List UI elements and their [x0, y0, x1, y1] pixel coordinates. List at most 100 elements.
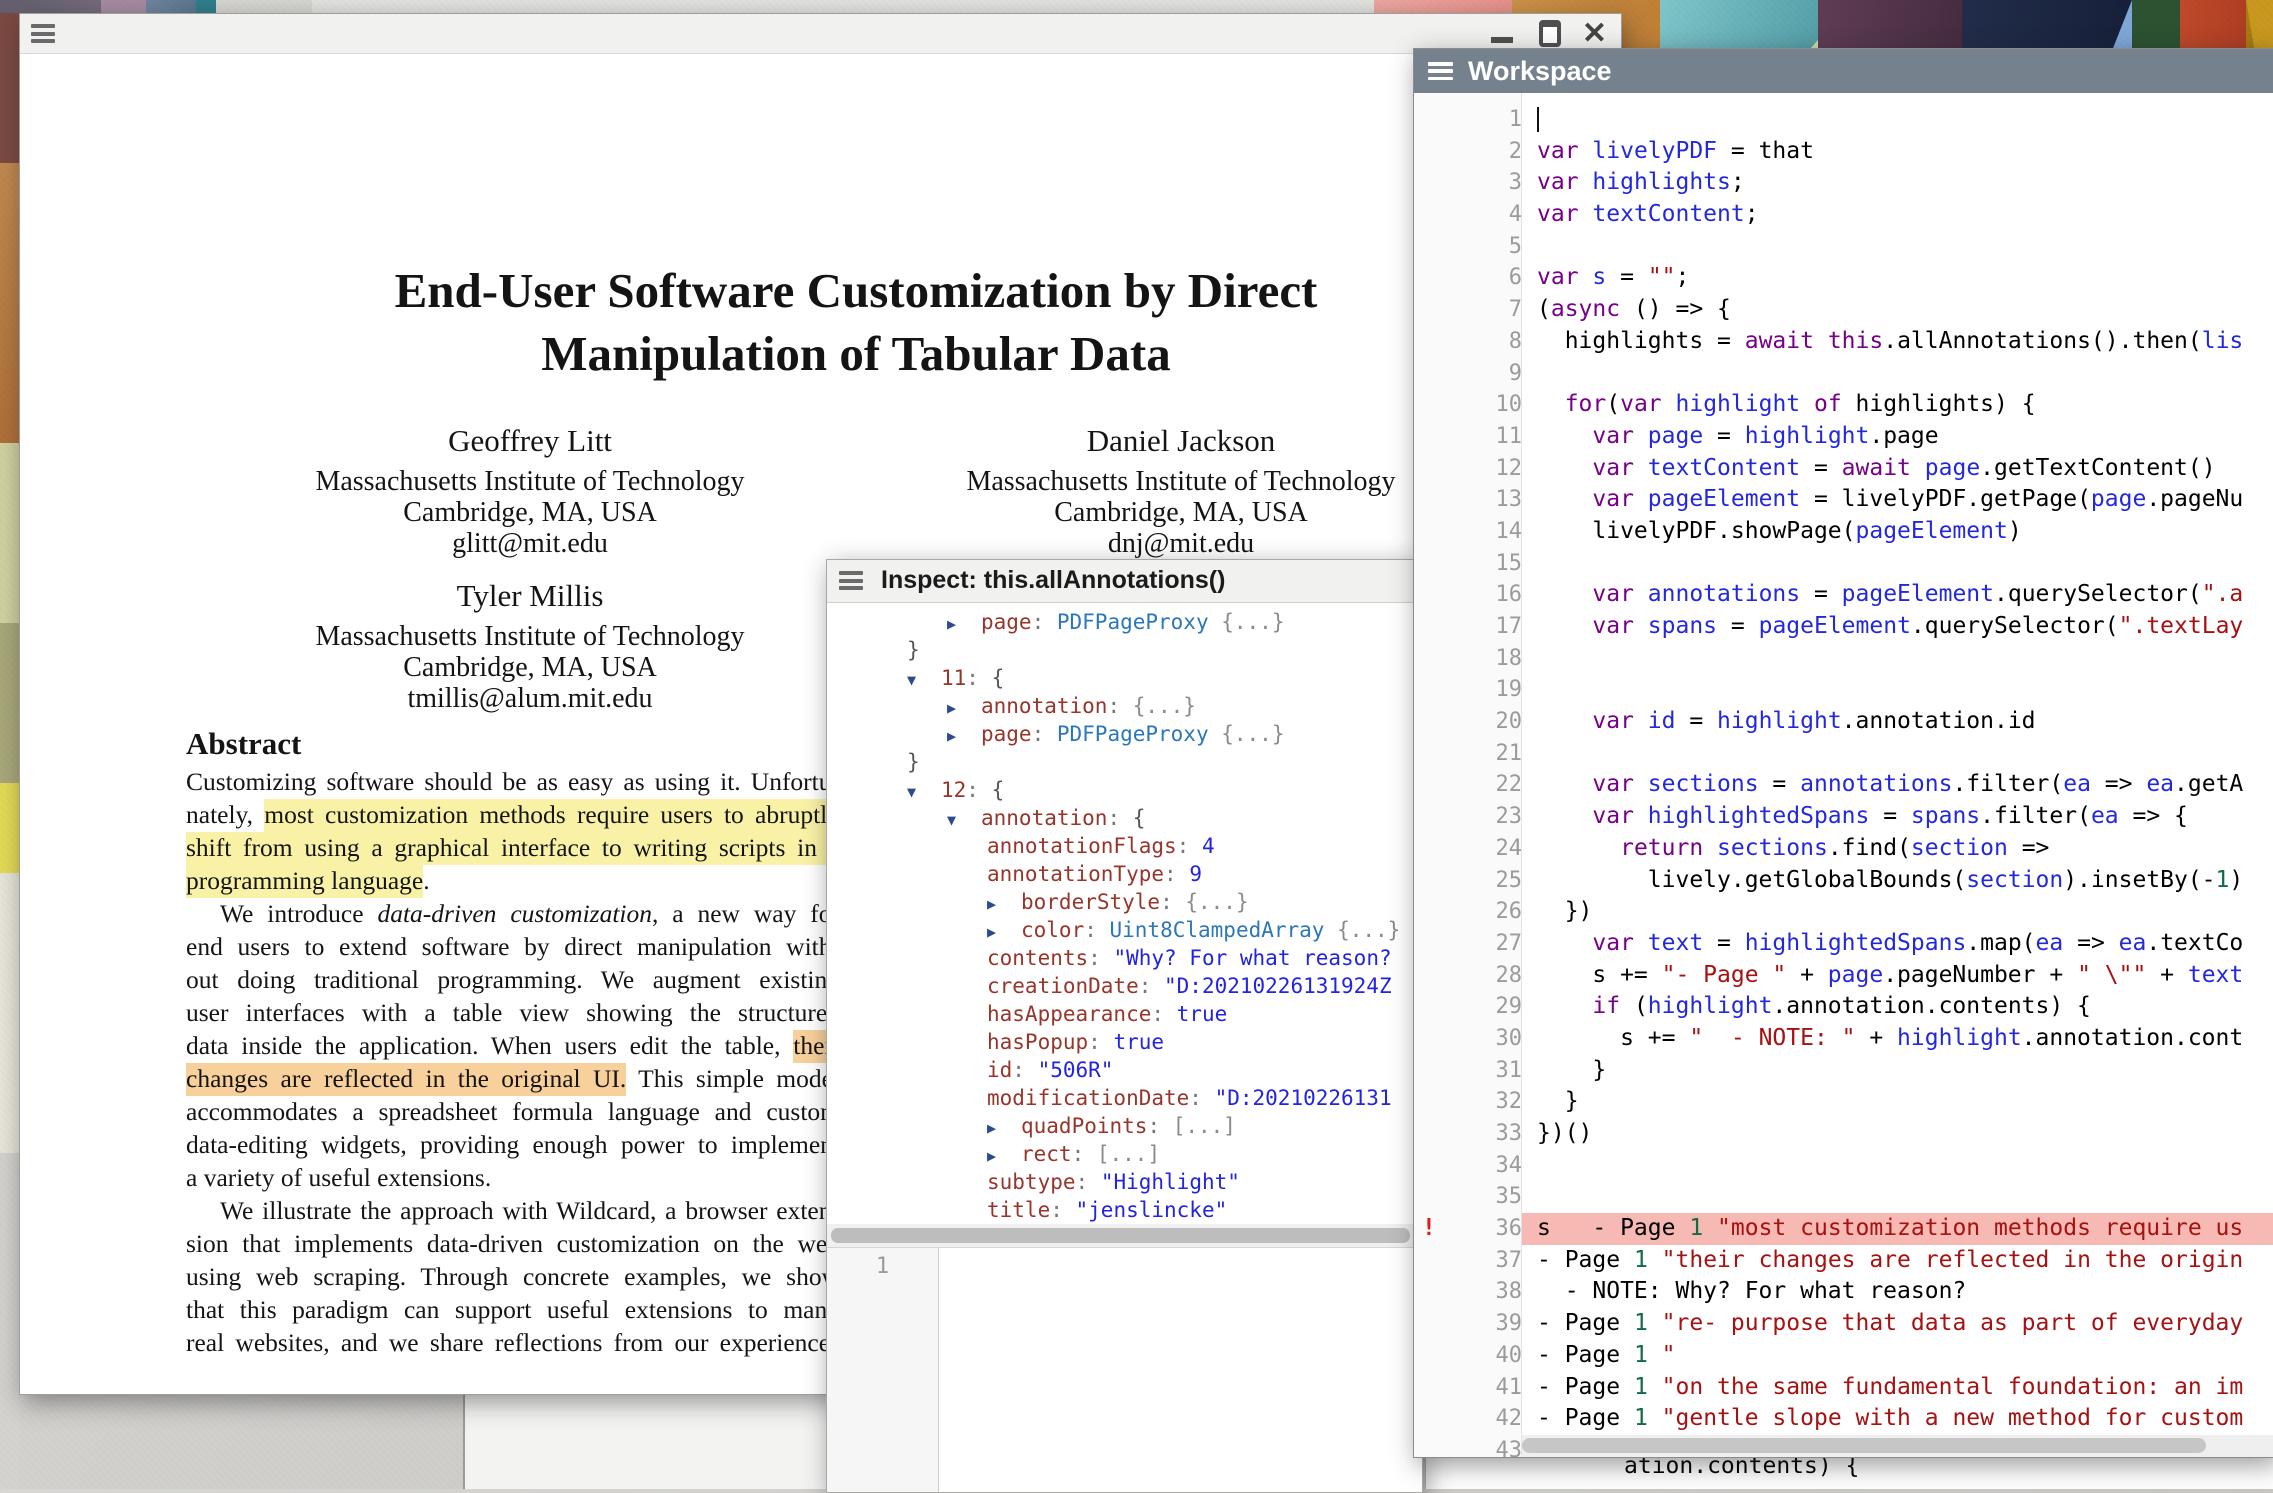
- code-text[interactable]: [1522, 674, 2273, 706]
- code-text[interactable]: var textContent;: [1522, 199, 2273, 231]
- code-text[interactable]: - Page 1 "their changes are reflected in…: [1522, 1245, 2273, 1277]
- code-line[interactable]: 40- Page 1 ": [1414, 1340, 2273, 1372]
- code-text[interactable]: - Page 1 "re- purpose that data as part …: [1522, 1308, 2273, 1340]
- error-marker-icon[interactable]: !: [1422, 1213, 1436, 1245]
- code-text[interactable]: [1522, 1150, 2273, 1182]
- tree-row[interactable]: ▶rect: [...]: [827, 1140, 1422, 1168]
- tree-row[interactable]: hasAppearance: true: [827, 1000, 1422, 1028]
- tree-row[interactable]: annotationType: 9: [827, 860, 1422, 888]
- code-text[interactable]: var highlightedSpans = spans.filter(ea =…: [1522, 801, 2273, 833]
- code-text[interactable]: var text = highlightedSpans.map(ea => ea…: [1522, 928, 2273, 960]
- code-line[interactable]: 29 if (highlight.annotation.contents) {: [1414, 991, 2273, 1023]
- scrollbar-thumb[interactable]: [1522, 1438, 2206, 1453]
- code-text[interactable]: if (highlight.annotation.contents) {: [1522, 991, 2273, 1023]
- code-line[interactable]: 9: [1414, 358, 2273, 390]
- tree-row[interactable]: contents: "Why? For what reason?: [827, 944, 1422, 972]
- scrollbar-thumb[interactable]: [831, 1228, 1410, 1243]
- highlight-annotation-yellow[interactable]: programming language: [186, 865, 423, 898]
- code-line[interactable]: 26 }): [1414, 896, 2273, 928]
- code-line[interactable]: 27 var text = highlightedSpans.map(ea =>…: [1414, 928, 2273, 960]
- code-line[interactable]: 6var s = "";: [1414, 262, 2273, 294]
- code-line[interactable]: 42- Page 1 "gentle slope with a new meth…: [1414, 1403, 2273, 1435]
- code-line[interactable]: 35: [1414, 1181, 2273, 1213]
- code-text[interactable]: (async () => {: [1522, 294, 2273, 326]
- code-line[interactable]: 22 var sections = annotations.filter(ea …: [1414, 769, 2273, 801]
- tree-row[interactable]: creationDate: "D:20210226131924Z: [827, 972, 1422, 1000]
- code-line[interactable]: 28 s += "- Page " + page.pageNumber + " …: [1414, 960, 2273, 992]
- code-text[interactable]: var sections = annotations.filter(ea => …: [1522, 769, 2273, 801]
- code-text[interactable]: [1522, 104, 2273, 136]
- workspace-editor[interactable]: 12var livelyPDF = that3var highlights;4v…: [1414, 93, 2273, 1457]
- code-line[interactable]: 2var livelyPDF = that: [1414, 136, 2273, 168]
- code-line[interactable]: 39- Page 1 "re- purpose that data as par…: [1414, 1308, 2273, 1340]
- code-line[interactable]: 41- Page 1 "on the same fundamental foun…: [1414, 1372, 2273, 1404]
- code-text[interactable]: - Page 1 "on the same fundamental founda…: [1522, 1372, 2273, 1404]
- code-text[interactable]: - Page 1 "gentle slope with a new method…: [1522, 1403, 2273, 1435]
- code-line[interactable]: 10 for(var highlight of highlights) {: [1414, 389, 2273, 421]
- tree-row[interactable]: ▶color: Uint8ClampedArray {...}: [827, 916, 1422, 944]
- expand-arrow-icon[interactable]: ▶: [987, 1142, 1021, 1168]
- code-text[interactable]: }: [1522, 1055, 2273, 1087]
- code-text[interactable]: [1522, 231, 2273, 263]
- code-text[interactable]: lively.getGlobalBounds(section).insetBy(…: [1522, 865, 2273, 897]
- tree-row[interactable]: ▶annotation: {...}: [827, 692, 1422, 720]
- inspector-editor-pane[interactable]: 1: [827, 1247, 1422, 1492]
- tree-row[interactable]: id: "506R": [827, 1056, 1422, 1084]
- code-line[interactable]: 37- Page 1 "their changes are reflected …: [1414, 1245, 2273, 1277]
- tree-row[interactable]: ▶quadPoints: [...]: [827, 1112, 1422, 1140]
- tree-row[interactable]: ▶page: PDFPageProxy {...}: [827, 608, 1422, 636]
- code-line[interactable]: 18: [1414, 643, 2273, 675]
- code-text[interactable]: highlights = await this.allAnnotations()…: [1522, 326, 2273, 358]
- workspace-titlebar[interactable]: Workspace: [1414, 49, 2273, 93]
- code-line[interactable]: 30 s += " - NOTE: " + highlight.annotati…: [1414, 1023, 2273, 1055]
- code-text[interactable]: var textContent = await page.getTextCont…: [1522, 453, 2273, 485]
- code-text[interactable]: [1522, 358, 2273, 390]
- tree-row[interactable]: ▼12: {: [827, 776, 1422, 804]
- code-text[interactable]: [1522, 738, 2273, 770]
- workspace-code-lines[interactable]: 12var livelyPDF = that3var highlights;4v…: [1414, 104, 2273, 1457]
- expand-arrow-icon[interactable]: ▶: [947, 610, 981, 636]
- code-line[interactable]: 16 var annotations = pageElement.querySe…: [1414, 579, 2273, 611]
- code-line[interactable]: 7(async () => {: [1414, 294, 2273, 326]
- code-text[interactable]: [1522, 548, 2273, 580]
- code-line[interactable]: 17 var spans = pageElement.querySelector…: [1414, 611, 2273, 643]
- expand-arrow-icon[interactable]: ▶: [987, 1114, 1021, 1140]
- code-line[interactable]: 33})(): [1414, 1118, 2273, 1150]
- code-text[interactable]: - NOTE: Why? For what reason?: [1522, 1276, 2273, 1308]
- tree-row[interactable]: ▶borderStyle: {...}: [827, 888, 1422, 916]
- workspace-hscrollbar[interactable]: [1522, 1435, 2273, 1457]
- code-line[interactable]: 23 var highlightedSpans = spans.filter(e…: [1414, 801, 2273, 833]
- code-line[interactable]: 12 var textContent = await page.getTextC…: [1414, 453, 2273, 485]
- code-text[interactable]: s - Page 1 "most customization methods r…: [1522, 1213, 2273, 1245]
- code-line[interactable]: 14 livelyPDF.showPage(pageElement): [1414, 516, 2273, 548]
- code-line[interactable]: 4var textContent;: [1414, 199, 2273, 231]
- expand-arrow-icon[interactable]: ▶: [987, 890, 1021, 916]
- code-text[interactable]: - Page 1 ": [1522, 1340, 2273, 1372]
- code-line[interactable]: 5: [1414, 231, 2273, 263]
- code-text[interactable]: var s = "";: [1522, 262, 2273, 294]
- code-line[interactable]: 11 var page = highlight.page: [1414, 421, 2273, 453]
- pdf-titlebar[interactable]: ✕: [20, 14, 1621, 54]
- code-line[interactable]: 32 }: [1414, 1086, 2273, 1118]
- inspector-window[interactable]: Inspect: this.allAnnotations() ▶page: PD…: [826, 559, 1423, 1493]
- highlight-annotation-orange[interactable]: changes are reflected in the original UI…: [186, 1063, 626, 1096]
- code-line[interactable]: 8 highlights = await this.allAnnotations…: [1414, 326, 2273, 358]
- tree-row[interactable]: modificationDate: "D:20210226131: [827, 1084, 1422, 1112]
- code-text[interactable]: var id = highlight.annotation.id: [1522, 706, 2273, 738]
- code-text[interactable]: [1522, 643, 2273, 675]
- maximize-icon[interactable]: [1539, 20, 1561, 47]
- code-text[interactable]: for(var highlight of highlights) {: [1522, 389, 2273, 421]
- collapse-arrow-icon[interactable]: ▼: [947, 806, 981, 832]
- code-text[interactable]: }: [1522, 1086, 2273, 1118]
- expand-arrow-icon[interactable]: ▶: [947, 722, 981, 748]
- code-text[interactable]: var annotations = pageElement.querySelec…: [1522, 579, 2273, 611]
- code-text[interactable]: s += "- Page " + page.pageNumber + " \""…: [1522, 960, 2273, 992]
- expand-arrow-icon[interactable]: ▶: [947, 694, 981, 720]
- tree-row[interactable]: ▶page: PDFPageProxy {...}: [827, 720, 1422, 748]
- code-text[interactable]: var pageElement = livelyPDF.getPage(page…: [1522, 484, 2273, 516]
- code-line[interactable]: 20 var id = highlight.annotation.id: [1414, 706, 2273, 738]
- menu-icon[interactable]: [1428, 62, 1453, 80]
- code-line[interactable]: 3var highlights;: [1414, 167, 2273, 199]
- code-text[interactable]: [1522, 1181, 2273, 1213]
- tree-row[interactable]: ▼annotation: {: [827, 804, 1422, 832]
